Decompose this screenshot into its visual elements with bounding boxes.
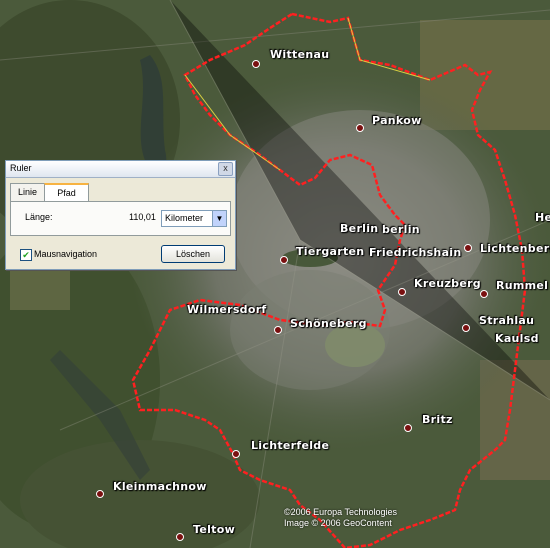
place-label-pankow: Pankow bbox=[372, 114, 422, 127]
place-label-lichtenberg: Lichtenberg bbox=[480, 242, 550, 255]
place-marker bbox=[480, 290, 488, 298]
place-label-kleinmachnow: Kleinmachnow bbox=[113, 480, 207, 493]
satellite-map[interactable] bbox=[0, 0, 550, 548]
place-marker bbox=[356, 124, 364, 132]
place-label-lichterfelde: Lichterfelde bbox=[251, 439, 330, 452]
place-label-kreuzberg: Kreuzberg bbox=[414, 277, 481, 290]
place-label-stralau: Strahlau bbox=[479, 314, 535, 327]
ruler-dialog: Ruler x Linie Pfad Länge: 110,01 Kilomet… bbox=[5, 160, 236, 270]
place-marker bbox=[96, 490, 104, 498]
place-marker bbox=[404, 424, 412, 432]
copyright-line-2: Image © 2006 GeoContent bbox=[284, 518, 392, 528]
place-label-wittenau: Wittenau bbox=[270, 48, 330, 61]
place-label-tiergarten: Tiergarten bbox=[296, 245, 365, 258]
place-label-karlshorst: Kaulsd bbox=[495, 332, 539, 345]
place-label-berlin: Berlin bbox=[340, 222, 379, 235]
place-marker bbox=[398, 288, 406, 296]
place-marker bbox=[232, 450, 240, 458]
ruler-panel: Länge: 110,01 Kilometer ▼ bbox=[10, 201, 231, 236]
clear-button[interactable]: Löschen bbox=[161, 245, 225, 263]
mouse-navigation-checkbox[interactable]: ✔ bbox=[20, 249, 32, 261]
length-label: Länge: bbox=[25, 212, 53, 222]
place-label-rummelsburg: Rummel bbox=[496, 279, 549, 292]
mouse-navigation-label: Mausnavigation bbox=[34, 249, 98, 259]
place-label-schoeneberg: Schöneberg bbox=[290, 317, 367, 330]
close-icon[interactable]: x bbox=[218, 162, 233, 176]
place-label-berlin-lower: berlin bbox=[382, 223, 420, 236]
place-marker bbox=[464, 244, 472, 252]
place-marker bbox=[274, 326, 282, 334]
place-label-teltow: Teltow bbox=[193, 523, 236, 536]
place-label-britz: Britz bbox=[422, 413, 453, 426]
place-marker bbox=[462, 324, 470, 332]
place-label-wilmersdorf: Wilmersdorf bbox=[187, 303, 267, 316]
map-copyright: ©2006 Europa Technologies Image © 2006 G… bbox=[284, 507, 397, 529]
place-marker bbox=[252, 60, 260, 68]
chevron-down-icon[interactable]: ▼ bbox=[212, 211, 226, 226]
ruler-titlebar[interactable]: Ruler x bbox=[6, 161, 235, 178]
tab-linie[interactable]: Linie bbox=[10, 183, 45, 201]
place-label-friedrichshain: Friedrichshain bbox=[369, 246, 462, 259]
place-label-hellersdorf: He bbox=[535, 211, 550, 224]
place-marker bbox=[280, 256, 288, 264]
unit-select[interactable]: Kilometer ▼ bbox=[161, 210, 227, 227]
ruler-title: Ruler bbox=[10, 163, 32, 173]
tab-pfad[interactable]: Pfad bbox=[44, 183, 89, 203]
place-marker bbox=[176, 533, 184, 541]
unit-selected-value: Kilometer bbox=[165, 213, 204, 223]
copyright-line-1: ©2006 Europa Technologies bbox=[284, 507, 398, 517]
length-value: 110,01 bbox=[129, 212, 156, 222]
